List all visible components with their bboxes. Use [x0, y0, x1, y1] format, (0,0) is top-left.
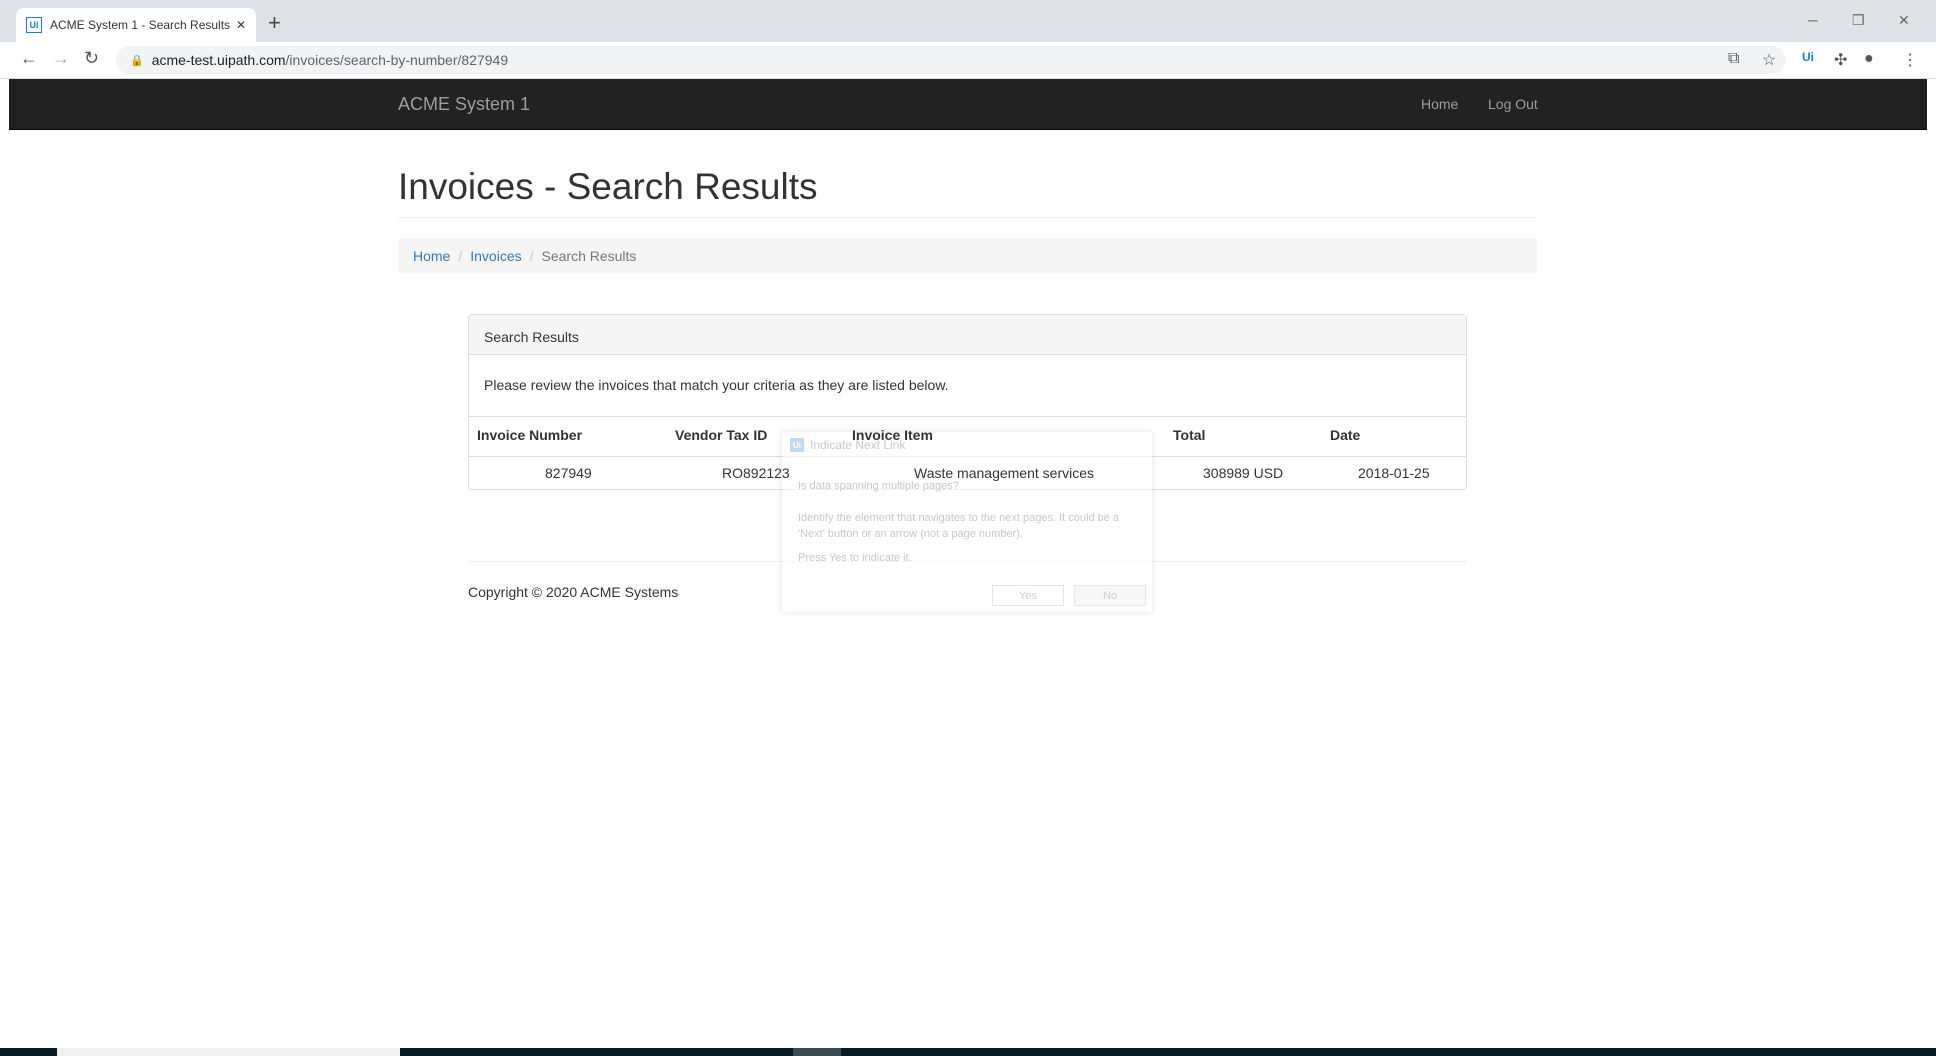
column-header-invoice-item: Invoice Item [852, 427, 933, 443]
no-button[interactable]: No [1074, 585, 1146, 606]
back-icon[interactable]: ← [20, 48, 38, 69]
dialog-question: Is data spanning multiple pages? [798, 480, 959, 492]
cell-invoice-item: Waste management services [914, 465, 1094, 481]
bookmark-star-icon[interactable]: ☆ [1762, 50, 1776, 70]
translate-icon[interactable]: ⧉ [1728, 50, 1739, 68]
uipath-logo-icon: Ui [790, 438, 804, 452]
column-header-date: Date [1330, 427, 1361, 443]
reload-icon[interactable]: ↻ [84, 48, 99, 69]
breadcrumb-separator: / [458, 247, 463, 264]
yes-button[interactable]: Yes [992, 585, 1064, 606]
panel-description: Please review the invoices that match yo… [469, 355, 1466, 417]
extensions-puzzle-icon[interactable]: ✣ [1834, 50, 1847, 70]
uipath-extension-icon[interactable]: Ui [1802, 50, 1814, 64]
breadcrumb-current: Search Results [541, 247, 637, 264]
taskbar-app[interactable] [793, 1048, 841, 1056]
breadcrumb: Home / Invoices / Search Results [398, 238, 1537, 273]
nav-logout-link[interactable]: Log Out [1488, 96, 1538, 112]
url-path: /invoices/search-by-number/827949 [285, 52, 509, 68]
close-window-icon[interactable]: ✕ [1898, 12, 1910, 29]
dialog-hint: Press Yes to indicate it. [798, 552, 912, 564]
restore-icon[interactable]: ❐ [1852, 12, 1865, 29]
page-title: Invoices - Search Results [398, 166, 818, 207]
navbar [9, 79, 1927, 130]
url-host: acme-test.uipath.com [151, 52, 286, 68]
profile-icon[interactable]: ● [1864, 50, 1874, 68]
menu-icon[interactable]: ⋮ [1902, 50, 1918, 70]
tab-title: ACME System 1 - Search Results [50, 18, 231, 32]
uipath-logo-icon: Ui [26, 17, 42, 33]
close-tab-icon[interactable]: ✕ [236, 18, 246, 32]
dialog-description: Identify the element that navigates to t… [798, 512, 1120, 540]
cell-date: 2018-01-25 [1358, 465, 1430, 481]
brand[interactable]: ACME System 1 [398, 94, 530, 115]
column-header-invoice-number: Invoice Number [477, 427, 583, 443]
forward-icon[interactable]: → [52, 48, 70, 69]
breadcrumb-separator: / [529, 247, 534, 264]
column-header-total: Total [1173, 427, 1206, 443]
browser-tab[interactable]: Ui ACME System 1 - Search Results ✕ [16, 8, 256, 42]
breadcrumb-home[interactable]: Home [413, 248, 450, 264]
minimize-icon[interactable]: ─ [1808, 12, 1818, 28]
cell-invoice-number: 827949 [545, 465, 592, 481]
divider [398, 217, 1537, 218]
nav-home-link[interactable]: Home [1421, 96, 1458, 112]
new-tab-button[interactable]: + [268, 10, 281, 36]
copyright: Copyright © 2020 ACME Systems [468, 584, 679, 600]
cell-vendor-tax-id: RO892123 [722, 465, 790, 481]
browser-tab-bar [0, 0, 1936, 42]
address-bar[interactable]: 🔒 acme-test.uipath.com/invoices/search-b… [116, 46, 1786, 74]
taskbar-search-box[interactable] [57, 1048, 400, 1056]
panel-heading: Search Results [469, 315, 1466, 355]
cell-total: 308989 USD [1203, 465, 1284, 481]
breadcrumb-invoices[interactable]: Invoices [470, 248, 521, 264]
indicate-next-link-dialog: Ui Indicate Next Link Is data spanning mu… [782, 432, 1152, 612]
lock-icon: 🔒 [130, 54, 144, 67]
column-header-vendor-tax-id: Vendor Tax ID [675, 427, 768, 443]
